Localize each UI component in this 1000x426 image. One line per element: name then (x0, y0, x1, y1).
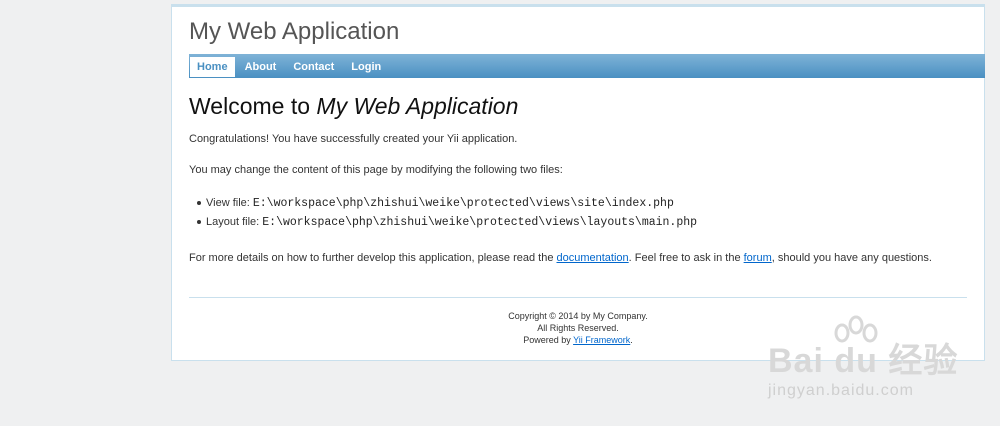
file-label: View file: (206, 197, 253, 209)
powered-suffix: . (630, 335, 633, 345)
details-text: For more details on how to further devel… (189, 251, 969, 265)
file-path: E:\workspace\php\zhishui\weike\protected… (262, 216, 698, 229)
header: My Web Application (172, 7, 984, 52)
details-mid: . Feel free to ask in the (628, 252, 744, 264)
file-label: Layout file: (206, 216, 263, 228)
forum-link[interactable]: forum (744, 252, 772, 264)
watermark-url: jingyan.baidu.com (768, 382, 914, 399)
page-heading: Welcome to My Web Application (189, 93, 969, 120)
congrats-text: Congratulations! You have successfully c… (189, 133, 518, 145)
main-menu: Home About Contact Login (189, 54, 985, 78)
baidu-watermark: Bai du 经验 jingyan.baidu.com (760, 315, 990, 410)
menu-item-contact[interactable]: Contact (286, 57, 341, 77)
change-instructions: You may change the content of this page … (189, 164, 563, 176)
list-item: Layout file: E:\workspace\php\zhishui\we… (189, 213, 969, 232)
menu-item-home[interactable]: Home (190, 57, 235, 77)
documentation-link[interactable]: documentation (557, 252, 629, 264)
yii-framework-link[interactable]: Yii Framework (573, 335, 630, 345)
heading-app-name: My Web Application (316, 93, 519, 119)
site-logo-title[interactable]: My Web Application (189, 18, 399, 46)
menu-item-about[interactable]: About (238, 57, 284, 77)
watermark-brand: Bai du 经验 (768, 342, 959, 380)
main-content: Welcome to My Web Application Congratula… (189, 93, 969, 282)
powered-prefix: Powered by (523, 335, 574, 345)
file-path: E:\workspace\php\zhishui\weike\protected… (252, 197, 674, 210)
details-before: For more details on how to further devel… (189, 252, 557, 264)
menu-item-login[interactable]: Login (344, 57, 388, 77)
page-container: My Web Application Home About Contact Lo… (171, 4, 985, 361)
details-after: , should you have any questions. (771, 252, 932, 264)
file-list: View file: E:\workspace\php\zhishui\weik… (189, 194, 969, 232)
footer-divider (189, 297, 967, 298)
list-item: View file: E:\workspace\php\zhishui\weik… (189, 194, 969, 213)
heading-prefix: Welcome to (189, 93, 317, 119)
